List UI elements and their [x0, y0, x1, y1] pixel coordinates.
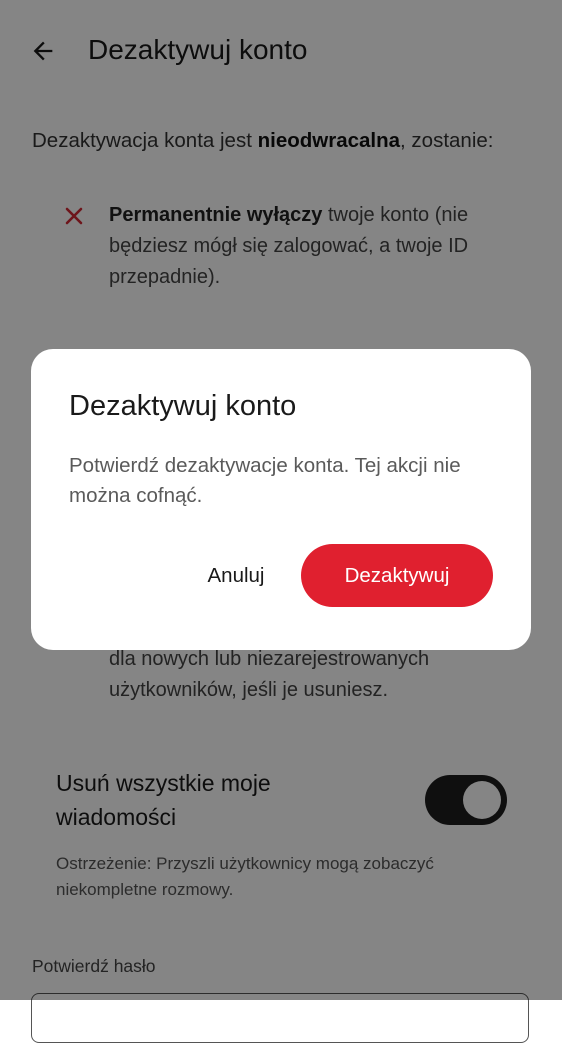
- confirm-dialog: Dezaktywuj konto Potwierdź dezaktywacje …: [31, 349, 531, 650]
- dialog-message: Potwierdź dezaktywacje konta. Tej akcji …: [69, 454, 461, 507]
- password-field[interactable]: [31, 993, 529, 1043]
- deactivate-button[interactable]: Dezaktywuj: [301, 544, 493, 607]
- cancel-button[interactable]: Anuluj: [193, 545, 279, 607]
- dialog-title: Dezaktywuj konto: [69, 390, 297, 422]
